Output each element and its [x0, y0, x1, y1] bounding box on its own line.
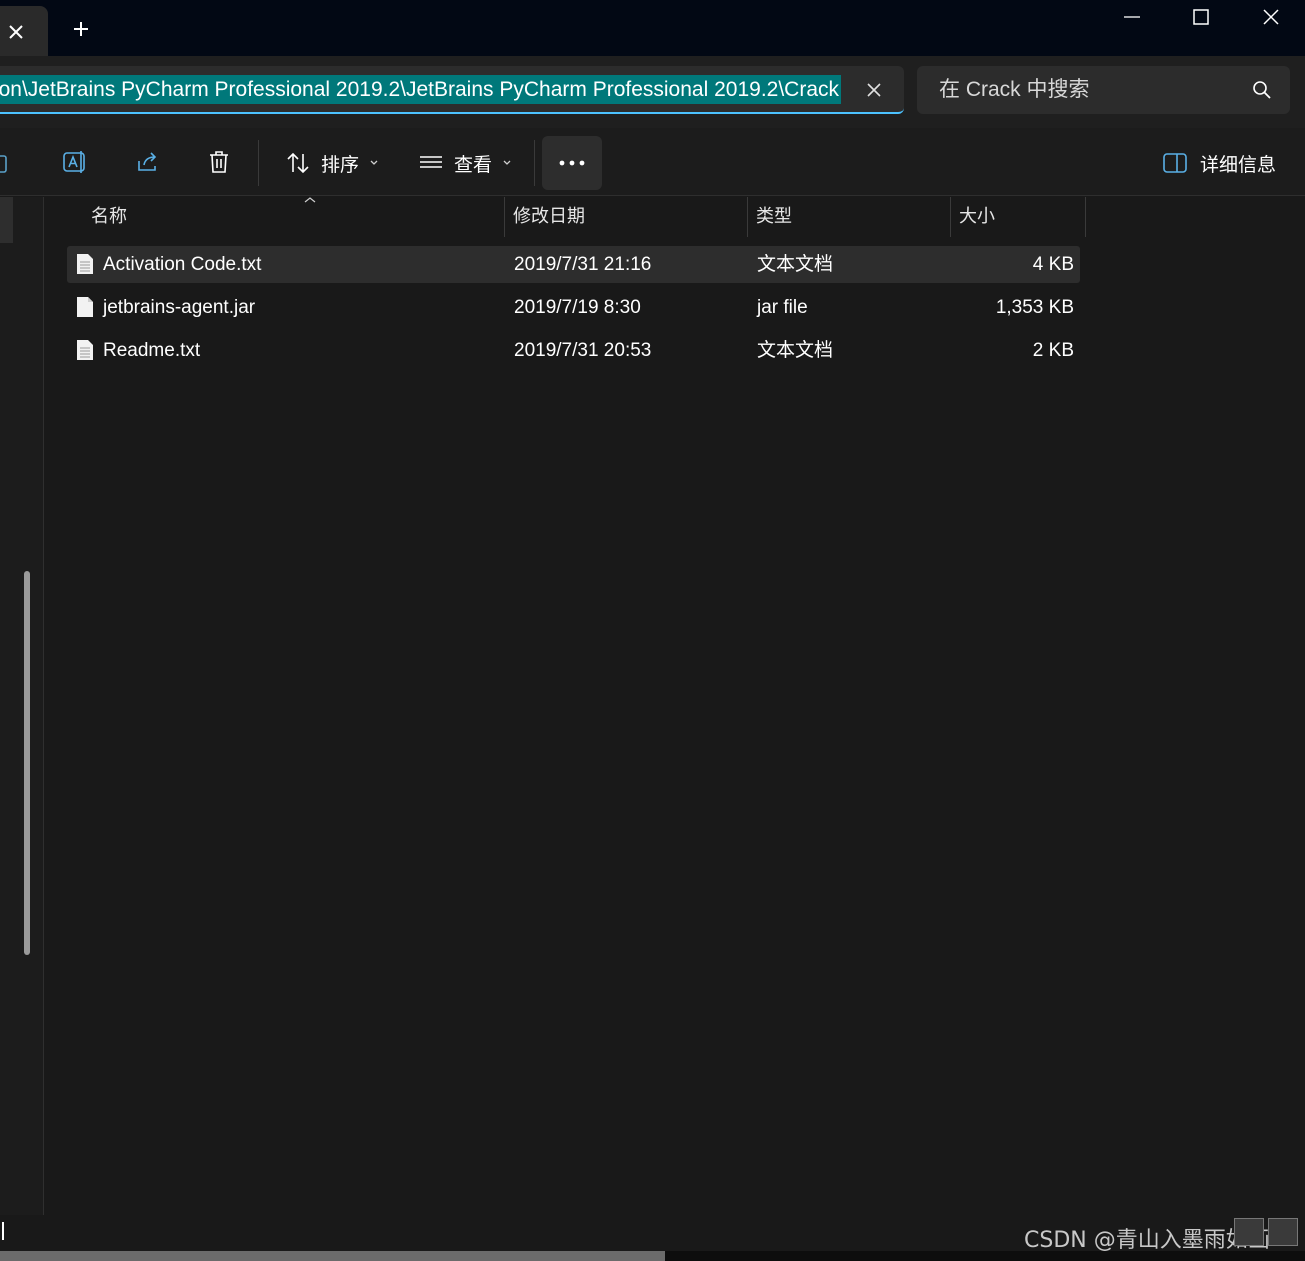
column-header-type-label: 类型	[756, 206, 792, 227]
share-icon[interactable]	[134, 148, 162, 176]
plus-icon[interactable]	[66, 14, 96, 44]
sort-button[interactable]: 排序	[279, 140, 385, 186]
column-header-size[interactable]: 大小	[951, 197, 1086, 237]
view-label: 查看	[454, 153, 493, 176]
search-icon[interactable]	[1252, 80, 1272, 104]
chevron-down-icon	[370, 160, 378, 165]
minimize-icon	[1124, 16, 1140, 18]
file-name: Readme.txt	[103, 340, 201, 361]
maximize-button[interactable]	[1166, 0, 1236, 34]
close-window-button[interactable]	[1236, 0, 1305, 34]
active-tab[interactable]	[0, 6, 48, 56]
toolbar-divider	[534, 140, 535, 186]
more-options-button[interactable]	[542, 136, 602, 190]
file-name: Activation Code.txt	[103, 254, 262, 275]
copy-icon[interactable]	[0, 148, 14, 176]
sort-ascending-icon	[304, 197, 316, 203]
file-icon	[77, 297, 93, 317]
column-header-size-label: 大小	[959, 206, 995, 227]
text-file-icon	[77, 254, 93, 274]
minimize-button[interactable]	[1097, 0, 1167, 34]
text-caret	[2, 1222, 4, 1240]
view-button[interactable]: 查看	[412, 140, 518, 186]
nav-selected-item[interactable]	[0, 197, 13, 243]
details-pane-button[interactable]: 详细信息	[1162, 140, 1276, 186]
column-header-type[interactable]: 类型	[748, 197, 951, 237]
file-size: 1,353 KB	[995, 297, 1074, 318]
address-row: Python\JetBrains PyCharm Professional 20…	[0, 56, 1305, 128]
watermark: CSDN @青山入墨雨如画	[1024, 1228, 1270, 1253]
close-icon[interactable]	[2, 18, 30, 46]
title-bar	[0, 0, 1305, 56]
layout-toggle-group	[1234, 1218, 1298, 1246]
file-row[interactable]: jetbrains-agent.jar 2019/7/19 8:30 jar f…	[67, 289, 1080, 326]
view-list-icon	[420, 156, 442, 168]
tiles-view-icon[interactable]	[1268, 1218, 1298, 1246]
navigation-pane[interactable]	[0, 197, 44, 1215]
file-size: 2 KB	[1032, 340, 1074, 361]
file-type: 文本文档	[757, 340, 834, 361]
file-modified: 2019/7/19 8:30	[514, 297, 641, 318]
chevron-down-icon	[503, 160, 511, 165]
column-header-name[interactable]: 名称	[83, 197, 505, 237]
file-size: 4 KB	[1032, 254, 1074, 275]
rename-icon[interactable]	[61, 148, 89, 176]
toolbar-divider	[258, 140, 259, 186]
horizontal-scrollbar[interactable]	[0, 1251, 665, 1261]
column-headers: 名称 修改日期 类型 大小	[67, 197, 1086, 237]
file-type: 文本文档	[757, 254, 834, 275]
text-file-icon	[77, 340, 93, 360]
command-bar: 排序 查看 详细信息	[0, 128, 1305, 196]
file-name: jetbrains-agent.jar	[103, 297, 256, 318]
column-header-modified-label: 修改日期	[513, 206, 585, 227]
details-view-icon[interactable]	[1234, 1218, 1264, 1246]
sort-label: 排序	[321, 153, 360, 176]
file-modified: 2019/7/31 21:16	[514, 254, 652, 275]
nav-scrollbar[interactable]	[24, 571, 30, 955]
details-pane-icon	[1163, 153, 1187, 173]
column-header-name-label: 名称	[91, 206, 127, 227]
search-placeholder: 在 Crack 中搜索	[939, 78, 1090, 101]
address-bar[interactable]: Python\JetBrains PyCharm Professional 20…	[0, 66, 904, 114]
details-label: 详细信息	[1200, 153, 1277, 176]
ellipsis-icon	[559, 160, 585, 166]
close-icon	[1263, 9, 1279, 25]
file-type: jar file	[757, 297, 808, 318]
close-icon[interactable]	[862, 78, 886, 102]
search-input[interactable]: 在 Crack 中搜索	[917, 66, 1290, 114]
delete-icon[interactable]	[205, 148, 233, 176]
sort-icon	[287, 152, 309, 174]
file-modified: 2019/7/31 20:53	[514, 340, 652, 361]
file-row[interactable]: Readme.txt 2019/7/31 20:53 文本文档 2 KB	[67, 332, 1080, 369]
file-row[interactable]: Activation Code.txt 2019/7/31 21:16 文本文档…	[67, 246, 1080, 283]
maximize-icon	[1193, 9, 1209, 25]
address-path[interactable]: Python\JetBrains PyCharm Professional 20…	[0, 75, 841, 104]
column-header-modified[interactable]: 修改日期	[505, 197, 748, 237]
